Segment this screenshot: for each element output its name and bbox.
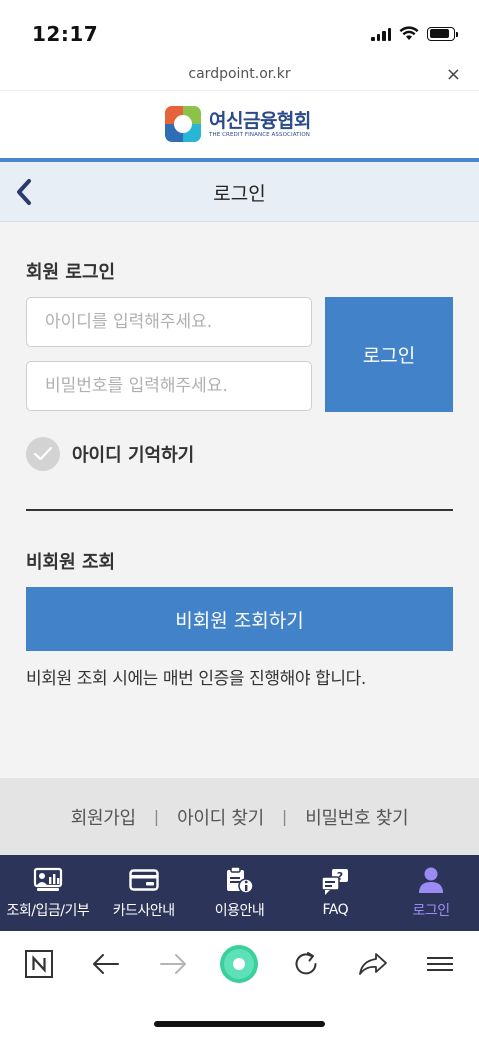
- guest-notice: 비회원 조회 시에는 매번 인증을 진행해야 합니다.: [26, 669, 366, 689]
- id-input[interactable]: [26, 297, 312, 347]
- monitor-chart-icon: [33, 866, 63, 894]
- card-icon: [128, 866, 159, 894]
- section-divider: [26, 509, 453, 511]
- member-login-title: 회원 로그인: [26, 262, 116, 283]
- reload-icon[interactable]: [281, 939, 331, 989]
- logo-text: 여신금융협회 THE CREDIT FINANCE ASSOCIATION: [209, 110, 311, 138]
- footer-links: 회원가입 | 아이디 찾기 | 비밀번호 찾기: [0, 778, 479, 855]
- tab-label: 로그인: [412, 903, 451, 919]
- page-title: 로그인: [213, 183, 266, 205]
- tab-login[interactable]: 로그인: [383, 855, 479, 931]
- site-logo[interactable]: 여신금융협회 THE CREDIT FINANCE ASSOCIATION: [165, 106, 311, 142]
- site-header: 여신금융협회 THE CREDIT FINANCE ASSOCIATION: [0, 90, 479, 160]
- tab-usage-guide[interactable]: 이용안내: [192, 855, 288, 931]
- person-icon: [417, 866, 445, 894]
- url-bar: cardpoint.or.kr ×: [0, 62, 479, 90]
- battery-fill: [429, 29, 450, 38]
- logo-english-text: THE CREDIT FINANCE ASSOCIATION: [209, 132, 310, 138]
- n-icon[interactable]: [14, 939, 64, 989]
- browser-toolbar: [0, 931, 479, 997]
- home-dot-icon[interactable]: [214, 939, 264, 989]
- wifi-icon: [399, 26, 419, 40]
- login-content: 회원 로그인 로그인 아이디 기억하기 비회원 조회 비회원 조회하기 비회원 …: [0, 222, 479, 778]
- clipboard-info-icon: [224, 866, 255, 894]
- remember-id-label: 아이디 기억하기: [72, 445, 195, 466]
- logo-mark-icon: [165, 106, 201, 142]
- link-separator: |: [281, 807, 288, 826]
- battery-icon: [427, 26, 458, 41]
- url-text[interactable]: cardpoint.or.kr: [0, 66, 479, 82]
- home-indicator: [154, 1021, 325, 1027]
- find-id-link[interactable]: 아이디 찾기: [177, 804, 264, 830]
- cellular-signal-icon: [371, 27, 391, 41]
- close-icon[interactable]: ×: [446, 64, 461, 85]
- signup-link[interactable]: 회원가입: [71, 804, 136, 830]
- guest-lookup-button[interactable]: 비회원 조회하기: [26, 587, 453, 651]
- tab-card-companies[interactable]: 카드사안내: [96, 855, 192, 931]
- guest-lookup-title: 비회원 조회: [26, 552, 116, 573]
- find-password-link[interactable]: 비밀번호 찾기: [305, 804, 408, 830]
- checkmark-icon[interactable]: [26, 437, 60, 471]
- status-icons: [371, 26, 458, 41]
- tab-label: FAQ: [322, 902, 349, 918]
- password-input[interactable]: [26, 361, 312, 411]
- tab-faq[interactable]: ? FAQ: [287, 855, 383, 931]
- logo-korean-text: 여신금융협회: [209, 110, 311, 132]
- login-button[interactable]: 로그인: [325, 297, 453, 412]
- back-arrow-icon[interactable]: [81, 939, 131, 989]
- tab-label: 이용안내: [214, 903, 265, 919]
- status-time: 12:17: [32, 22, 99, 46]
- tab-label: 조회/입금/기부: [6, 903, 90, 919]
- tab-label: 카드사안내: [112, 903, 175, 919]
- tab-inquiry[interactable]: 조회/입금/기부: [0, 855, 96, 931]
- faq-chat-icon: ?: [320, 868, 350, 896]
- forward-arrow-icon[interactable]: [148, 939, 198, 989]
- status-bar: 12:17: [0, 0, 479, 62]
- share-icon[interactable]: [348, 939, 398, 989]
- remember-id-checkbox[interactable]: 아이디 기억하기: [26, 437, 194, 471]
- bottom-tab-bar: 조회/입금/기부 카드사안내 이용안내 ? FAQ 로그인: [0, 855, 479, 931]
- title-bar: 로그인: [0, 162, 479, 222]
- link-separator: |: [153, 807, 160, 826]
- menu-icon[interactable]: [415, 939, 465, 989]
